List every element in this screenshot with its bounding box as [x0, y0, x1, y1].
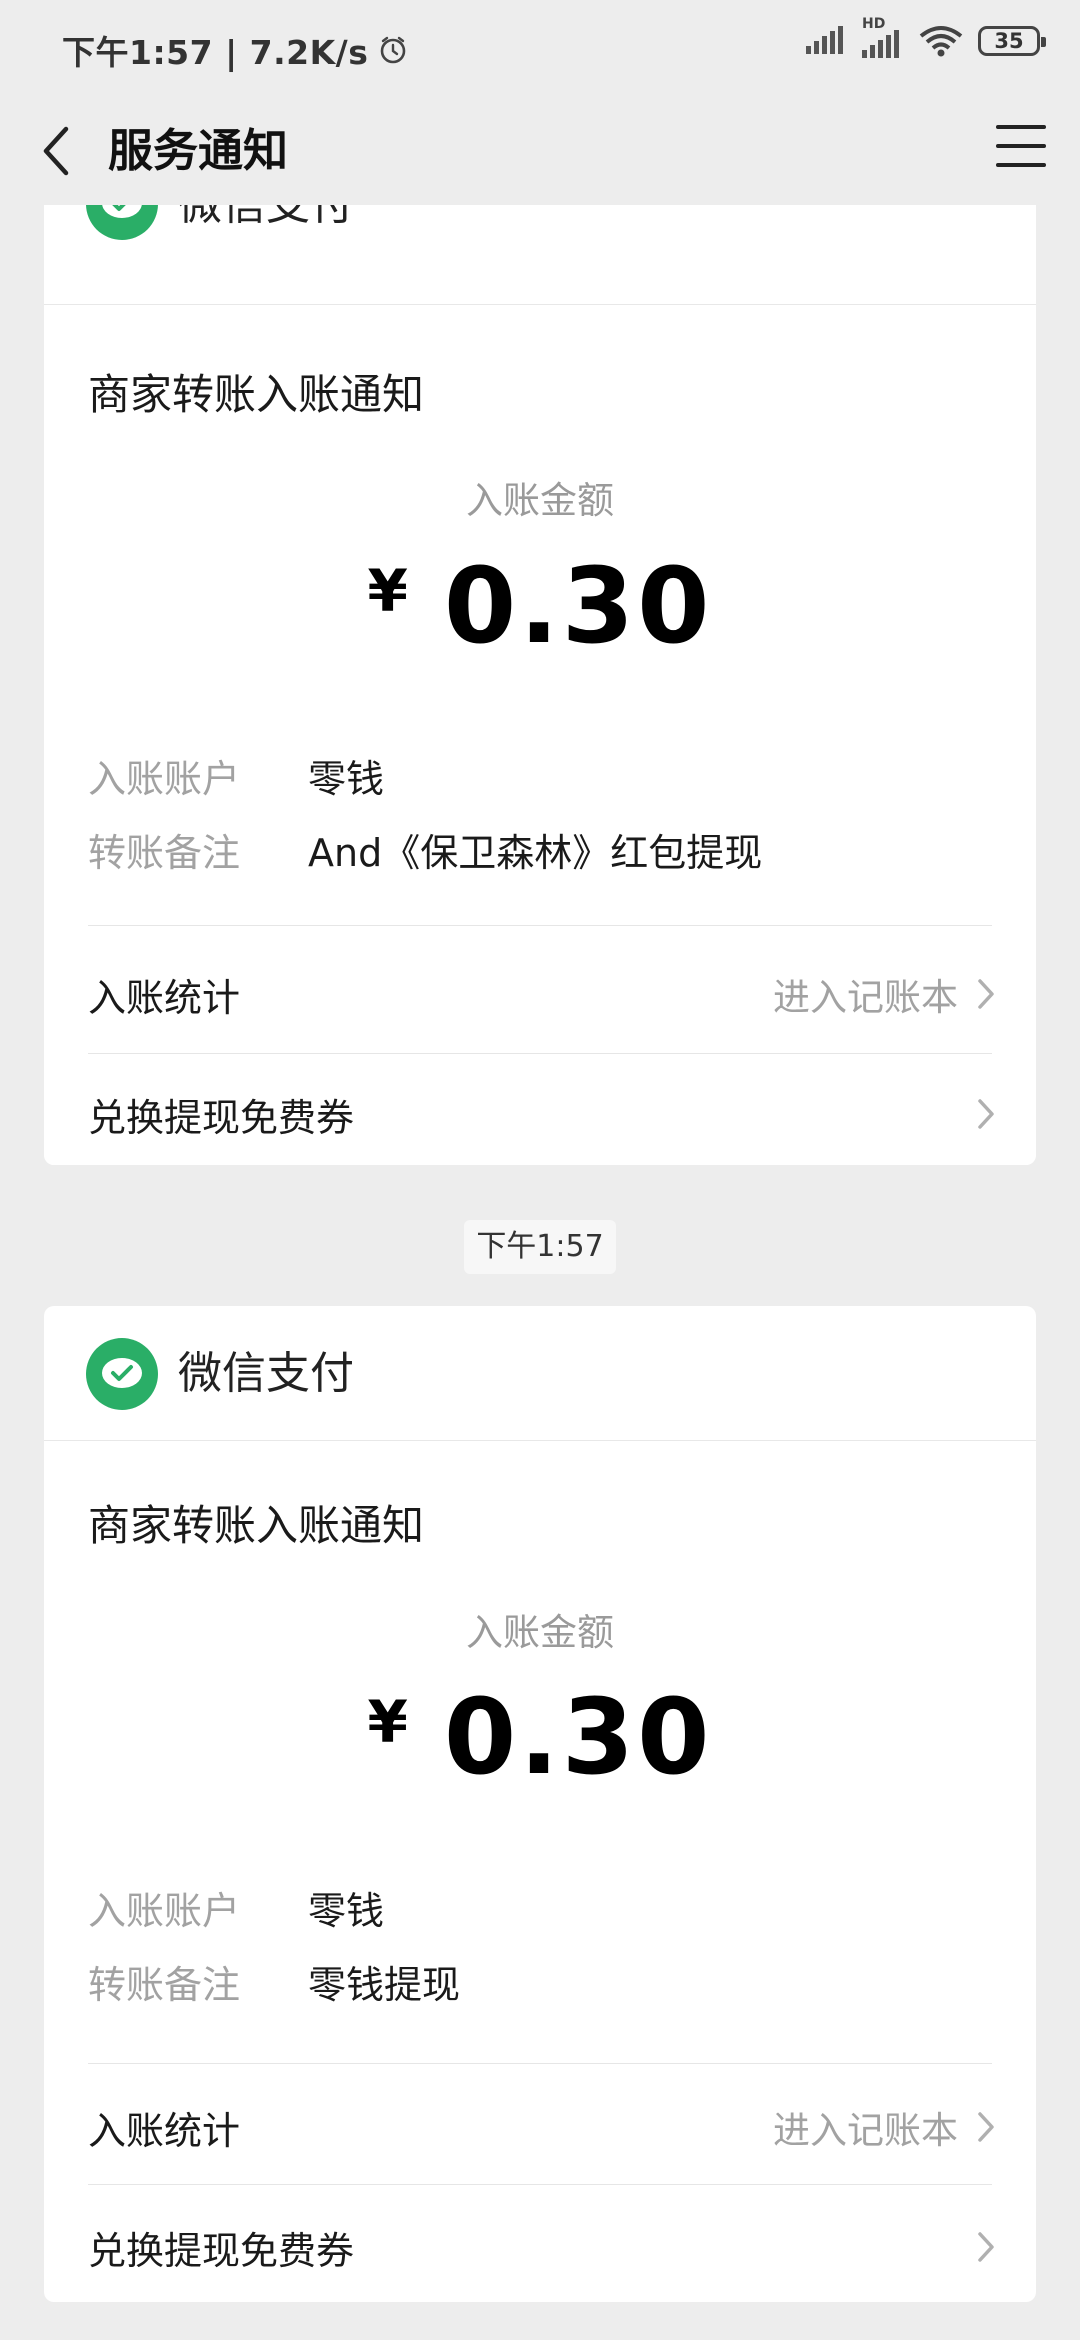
account-value: 零钱	[308, 757, 385, 801]
card-header-strip[interactable]: 微信支付	[44, 205, 1036, 305]
message-timestamp: 下午1:57	[464, 1220, 616, 1274]
coupon-label: 兑换提现免费券	[88, 1095, 355, 1140]
wechat-pay-icon	[86, 1338, 158, 1410]
back-arrow-icon[interactable]	[36, 121, 76, 181]
chevron-right-icon	[978, 1099, 994, 1129]
coupon-chevron	[958, 1097, 996, 1131]
remark-row: 转账备注 And《保卫森林》红包提现	[88, 822, 762, 877]
stats-row[interactable]: 入账统计 进入记账本	[88, 935, 996, 1053]
amount-label: 入账金额	[466, 479, 614, 522]
battery-level: 35	[994, 29, 1024, 53]
stats-label: 入账统计	[88, 975, 241, 1020]
stats-link-text: 进入记账本	[773, 2109, 958, 2152]
nav-bar: 服务通知	[0, 95, 1080, 207]
coupon-row[interactable]: 兑换提现免费券	[88, 2188, 996, 2302]
alarm-icon	[381, 36, 406, 64]
hd-signal-icon: HD	[860, 16, 904, 58]
coupon-chevron	[958, 2230, 996, 2264]
account-key: 入账账户	[88, 1889, 241, 1933]
battery-icon: 35	[978, 26, 1046, 56]
amount: ¥0.30	[44, 1676, 1036, 1798]
account-key: 入账账户	[88, 757, 241, 801]
page-title: 服务通知	[108, 124, 289, 177]
status-time-speed: 下午1:57 | 7.2K/s	[62, 33, 369, 72]
chevron-right-icon	[978, 979, 994, 1009]
notice-title: 商家转账入账通知	[88, 1501, 425, 1550]
status-bar: 下午1:57 | 7.2K/s HD 35	[0, 0, 1080, 95]
coupon-row[interactable]: 兑换提现免费券	[88, 1055, 996, 1165]
stats-link[interactable]: 进入记账本	[773, 2100, 996, 2154]
amount-label: 入账金额	[466, 1611, 614, 1654]
menu-icon[interactable]	[996, 121, 1046, 171]
app-name: 微信支付	[178, 1348, 354, 1399]
divider	[88, 925, 992, 926]
notice-title: 商家转账入账通知	[88, 370, 425, 419]
wifi-icon	[919, 26, 963, 57]
remark-row: 转账备注 零钱提现	[88, 1954, 460, 2009]
amount: ¥0.30	[44, 545, 1036, 667]
chevron-right-icon	[978, 2112, 994, 2142]
stats-label: 入账统计	[88, 2108, 241, 2153]
remark-value: 零钱提现	[308, 1963, 461, 2007]
payment-notice-card[interactable]: 微信支付 商家转账入账通知 入账金额 ¥0.30 入账账户 零钱 转账备注 零钱…	[44, 1306, 1036, 2302]
currency-symbol: ¥	[367, 557, 408, 625]
remark-value: And《保卫森林》红包提现	[308, 831, 763, 875]
amount-value: 0.30	[443, 545, 713, 667]
card-header[interactable]: 微信支付	[44, 1306, 1036, 1441]
stats-row[interactable]: 入账统计 进入记账本	[88, 2068, 996, 2186]
remark-key: 转账备注	[88, 1963, 241, 2007]
app-name: 微信支付	[178, 205, 354, 255]
account-value: 零钱	[308, 1889, 385, 1933]
signal-icon	[806, 26, 843, 54]
status-right: HD 35	[804, 16, 1046, 58]
divider	[88, 1053, 992, 1054]
account-row: 入账账户 零钱	[88, 748, 384, 803]
divider	[88, 2184, 992, 2185]
stats-link-text: 进入记账本	[773, 976, 958, 1019]
card-body[interactable]: 商家转账入账通知 入账金额 ¥0.30 入账账户 零钱 转账备注 And《保卫森…	[44, 305, 1036, 1165]
amount-value: 0.30	[443, 1676, 713, 1798]
coupon-label: 兑换提现免费券	[88, 2228, 355, 2273]
wechat-pay-icon	[86, 205, 158, 240]
divider	[88, 2063, 992, 2064]
card-header[interactable]: 微信支付	[44, 205, 1036, 255]
stats-link[interactable]: 进入记账本	[773, 967, 996, 1021]
account-row: 入账账户 零钱	[88, 1880, 384, 1935]
chevron-right-icon	[978, 2232, 994, 2262]
currency-symbol: ¥	[367, 1688, 408, 1756]
remark-key: 转账备注	[88, 831, 241, 875]
status-left: 下午1:57 | 7.2K/s	[62, 26, 408, 74]
